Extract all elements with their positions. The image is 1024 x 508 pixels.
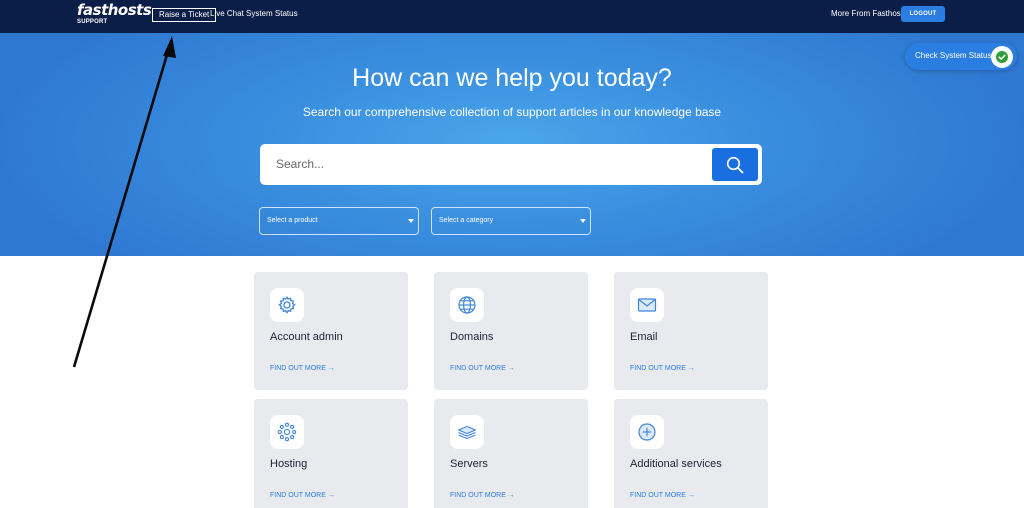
card-icon-box: [450, 415, 484, 449]
find-out-more-link[interactable]: FIND OUT MORE →: [630, 491, 695, 500]
find-out-more-link[interactable]: FIND OUT MORE →: [450, 364, 515, 373]
live-chat-link[interactable]: Live Chat: [210, 9, 244, 19]
search-button[interactable]: [712, 148, 758, 181]
card-icon-box: [630, 415, 664, 449]
card-title: Email: [630, 331, 658, 343]
raise-ticket-link[interactable]: Raise a Ticket: [152, 8, 217, 22]
find-out-more-link[interactable]: FIND OUT MORE →: [630, 364, 695, 373]
search-icon: [726, 156, 744, 174]
find-out-more-link[interactable]: FIND OUT MORE →: [270, 364, 335, 373]
hosting-dots-icon: [277, 422, 297, 442]
card-domains[interactable]: Domains FIND OUT MORE →: [434, 272, 588, 390]
checkmark-icon: [998, 54, 1006, 60]
system-status-link[interactable]: System Status: [246, 9, 298, 19]
hero-section: How can we help you today? Search our co…: [0, 33, 1024, 256]
support-page: fasthosts SUPPORT Raise a Ticket Live Ch…: [0, 0, 1024, 508]
find-out-more-link[interactable]: FIND OUT MORE →: [450, 491, 515, 500]
card-title: Hosting: [270, 458, 308, 470]
fasthosts-logo[interactable]: fasthosts SUPPORT: [77, 1, 152, 26]
search-input[interactable]: [276, 154, 696, 174]
product-select-label: Select a product: [267, 217, 318, 224]
envelope-icon: [637, 298, 657, 312]
card-title: Account admin: [270, 331, 343, 343]
status-ok-badge: [991, 46, 1013, 68]
category-select[interactable]: Select a category: [431, 207, 591, 235]
plus-circle-icon: [638, 423, 656, 441]
card-additional-services[interactable]: Additional services FIND OUT MORE →: [614, 399, 768, 508]
find-out-more-link[interactable]: FIND OUT MORE →: [270, 491, 335, 500]
card-icon-box: [270, 415, 304, 449]
chevron-down-icon: [580, 219, 586, 223]
globe-icon: [458, 296, 476, 314]
hero-title: How can we help you today?: [352, 64, 672, 92]
server-stack-icon: [457, 425, 477, 440]
check-system-status-label: Check System Status: [915, 51, 992, 60]
category-select-label: Select a category: [439, 217, 494, 224]
card-account-admin[interactable]: Account admin FIND OUT MORE →: [254, 272, 408, 390]
card-title: Domains: [450, 331, 494, 343]
card-title: Additional services: [630, 458, 722, 470]
more-from-fasthosts-link[interactable]: More From Fasthosts: [831, 9, 907, 19]
card-icon-box: [630, 288, 664, 322]
card-servers[interactable]: Servers FIND OUT MORE →: [434, 399, 588, 508]
top-nav: fasthosts SUPPORT Raise a Ticket Live Ch…: [0, 0, 1024, 33]
logo-text: fasthosts: [77, 1, 152, 19]
logo-subtitle: SUPPORT: [77, 19, 108, 25]
card-icon-box: [450, 288, 484, 322]
chevron-down-icon: [408, 219, 414, 223]
search-box: [260, 144, 762, 185]
gear-icon: [278, 296, 296, 314]
product-select[interactable]: Select a product: [259, 207, 419, 235]
hero-subtitle: Search our comprehensive collection of s…: [302, 105, 722, 119]
logout-button[interactable]: LOGOUT: [901, 6, 945, 22]
card-title: Servers: [450, 458, 488, 470]
card-icon-box: [270, 288, 304, 322]
card-email[interactable]: Email FIND OUT MORE →: [614, 272, 768, 390]
card-hosting[interactable]: Hosting FIND OUT MORE →: [254, 399, 408, 508]
